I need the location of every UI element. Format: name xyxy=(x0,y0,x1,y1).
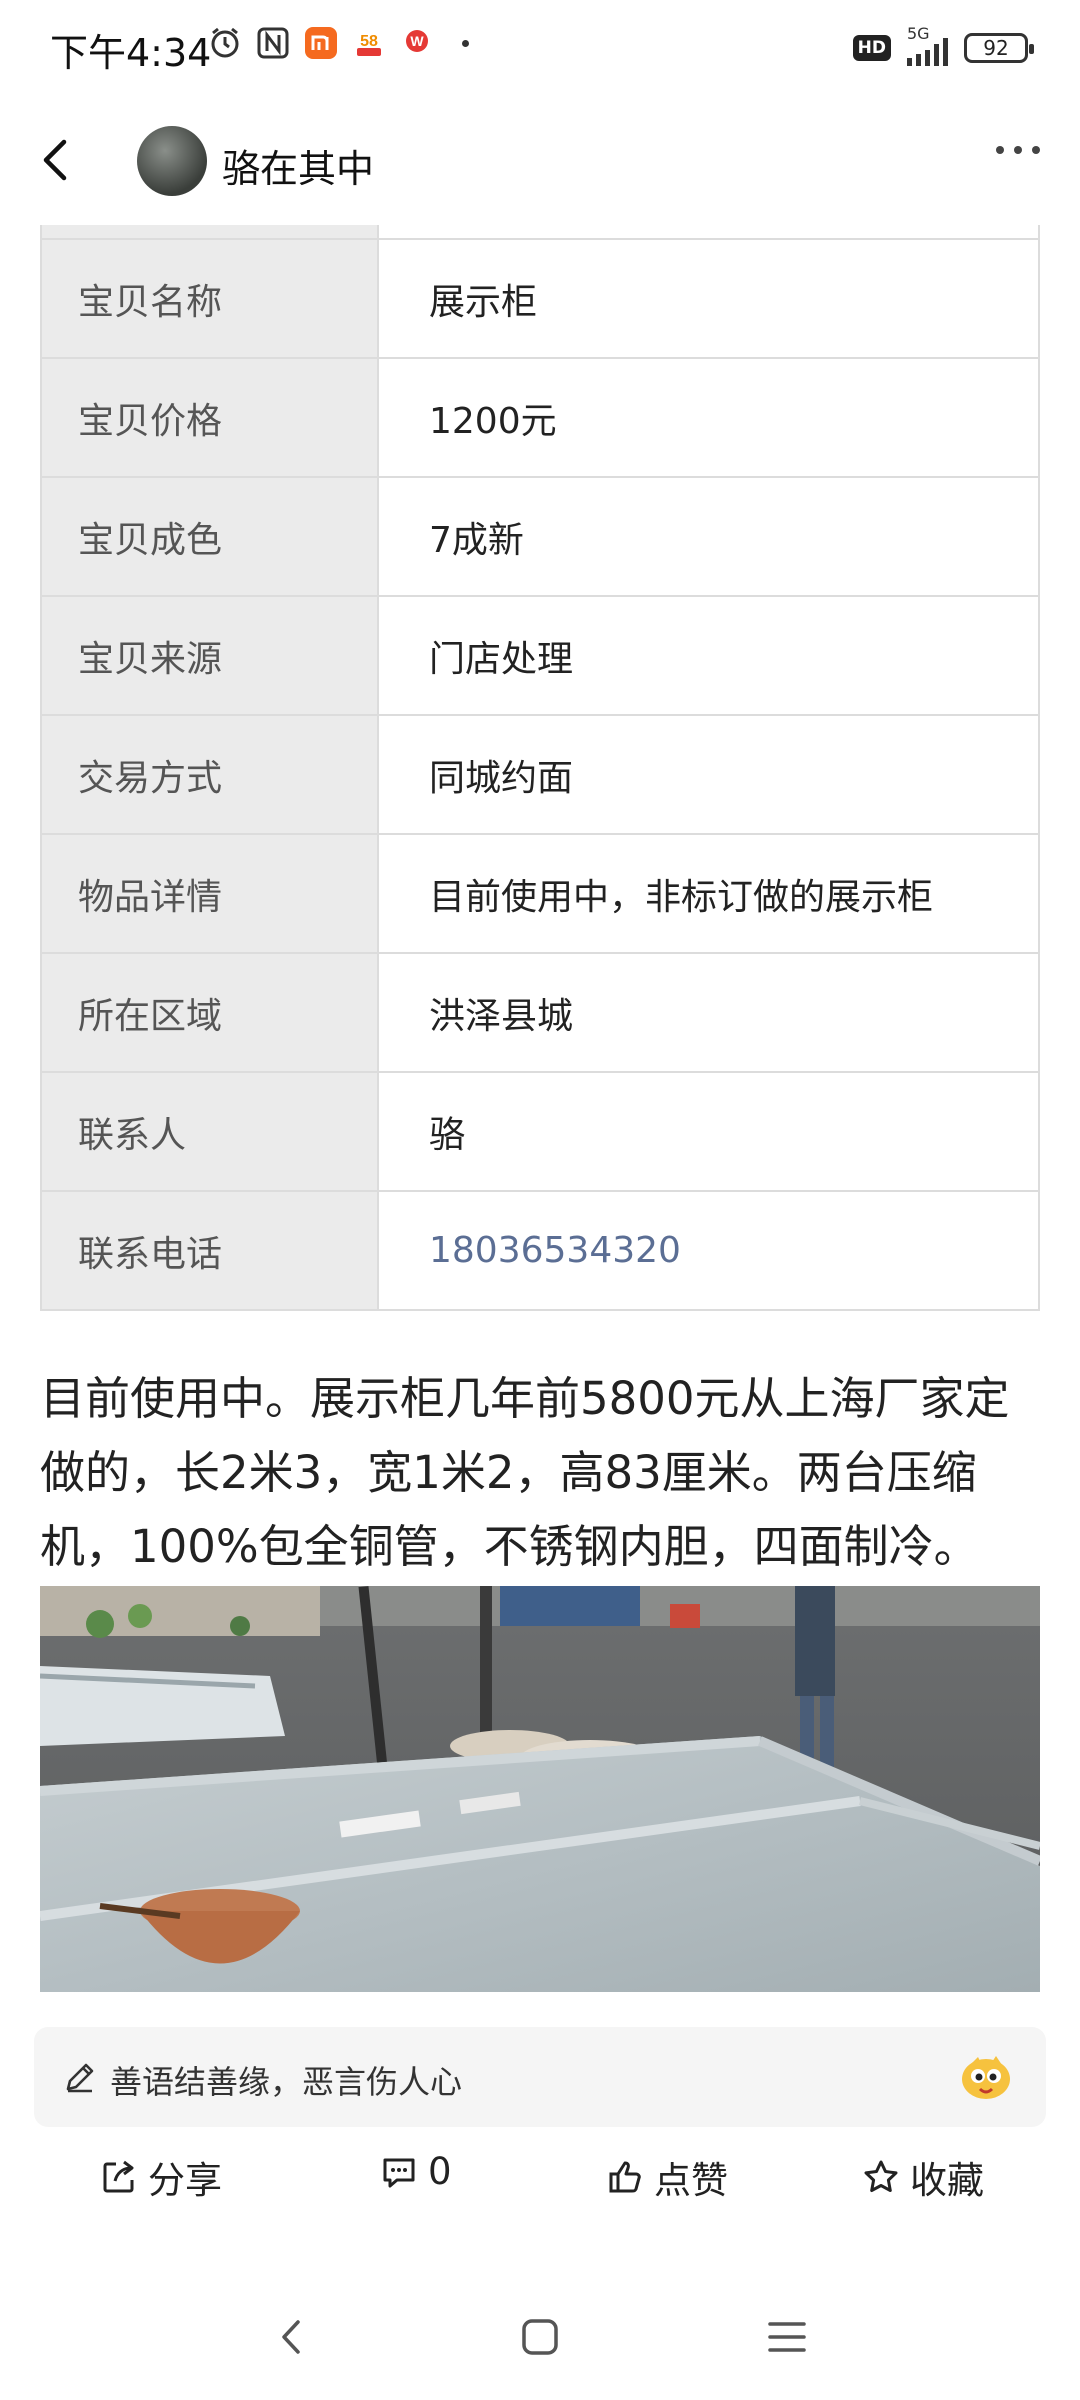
back-arrow-icon xyxy=(43,139,67,181)
share-button[interactable]: 分享 xyxy=(100,2150,222,2204)
row-label: 联系人 xyxy=(40,1071,379,1192)
comment-input-bar[interactable]: 善语结善缘，恶言伤人心 xyxy=(34,2027,1046,2127)
svg-text:W: W xyxy=(410,33,424,49)
table-row: 交易方式 同城约面 xyxy=(40,714,1040,835)
row-label: 宝贝来源 xyxy=(40,595,379,716)
status-bar: 下午4:34 58 W HD 5G 92 xyxy=(0,0,1080,100)
mi-app-icon xyxy=(304,26,338,60)
table-row: 联系电话 18036534320 xyxy=(40,1190,1040,1311)
status-notification-icons: 58 W xyxy=(208,26,469,60)
more-dot-icon xyxy=(1014,146,1022,154)
row-label: 宝贝名称 xyxy=(40,238,379,359)
table-row: 宝贝成色 7成新 xyxy=(40,476,1040,597)
action-bar: 分享 0 点赞 收藏 xyxy=(0,2150,1080,2220)
row-value: 骆 xyxy=(377,1071,1040,1192)
phone-link[interactable]: 18036534320 xyxy=(429,1230,681,1271)
nav-back-icon[interactable] xyxy=(268,2312,318,2362)
like-button[interactable]: 点赞 xyxy=(606,2150,728,2204)
row-label: 宝贝价格 xyxy=(40,357,379,478)
post-body-text: 目前使用中。展示柜几年前5800元从上海厂家定做的，长2米3，宽1米2，高83厘… xyxy=(40,1372,1010,1573)
row-value: 1200元 xyxy=(377,357,1040,478)
row-value: 7成新 xyxy=(377,476,1040,597)
signal-icon: 5G xyxy=(907,24,948,66)
network-type: 5G xyxy=(907,24,930,43)
like-label: 点赞 xyxy=(654,2159,728,2202)
more-notifications-dot xyxy=(462,39,469,47)
table-row-cut xyxy=(40,225,1040,240)
table-row: 宝贝价格 1200元 xyxy=(40,357,1040,478)
comment-count: 0 xyxy=(428,2150,452,2193)
row-value: 洪泽县城 xyxy=(377,952,1040,1073)
battery-icon: 92 xyxy=(964,33,1034,63)
row-value: 门店处理 xyxy=(377,595,1040,716)
more-options-button[interactable] xyxy=(996,146,1040,154)
table-row: 宝贝名称 展示柜 xyxy=(40,238,1040,359)
emoji-icon[interactable] xyxy=(958,2049,1014,2105)
table-row: 物品详情 目前使用中，非标订做的展示柜 xyxy=(40,833,1040,954)
favorite-label: 收藏 xyxy=(910,2159,984,2202)
comment-button[interactable]: 0 xyxy=(380,2150,452,2193)
table-row: 所在区域 洪泽县城 xyxy=(40,952,1040,1073)
table-row: 联系人 骆 xyxy=(40,1071,1040,1192)
system-nav-bar xyxy=(0,2300,1080,2380)
page-title[interactable]: 骆在其中 xyxy=(222,138,374,193)
back-button[interactable] xyxy=(30,132,86,188)
row-value: 目前使用中，非标订做的展示柜 xyxy=(377,833,1040,954)
app-58-icon: 58 xyxy=(352,26,386,60)
battery-level: 92 xyxy=(983,36,1009,60)
hd-badge: HD xyxy=(852,35,891,61)
display-freezer-photo xyxy=(40,1586,1040,1992)
row-value: 同城约面 xyxy=(377,714,1040,835)
more-dot-icon xyxy=(1032,146,1040,154)
pen-icon xyxy=(66,2063,94,2093)
table-row: 宝贝来源 门店处理 xyxy=(40,595,1040,716)
status-system-icons: HD 5G 92 xyxy=(852,24,1034,66)
post-photo[interactable] xyxy=(40,1586,1040,1992)
row-label: 所在区域 xyxy=(40,952,379,1073)
star-icon xyxy=(864,2160,898,2192)
thumbs-up-icon xyxy=(609,2161,641,2193)
alarm-icon xyxy=(208,26,242,60)
share-label: 分享 xyxy=(148,2159,222,2202)
nfc-icon xyxy=(256,26,290,60)
app-w-icon: W xyxy=(400,26,434,60)
status-time: 下午4:34 xyxy=(50,31,212,75)
nav-home-icon[interactable] xyxy=(515,2312,565,2362)
nav-menu-icon[interactable] xyxy=(762,2312,812,2362)
comment-icon xyxy=(383,2158,415,2187)
share-icon xyxy=(103,2160,134,2193)
row-value: 展示柜 xyxy=(377,238,1040,359)
avatar[interactable] xyxy=(137,126,207,196)
comment-placeholder: 善语结善缘，恶言伤人心 xyxy=(110,2063,463,2101)
item-info-table: 宝贝名称 展示柜 宝贝价格 1200元 宝贝成色 7成新 宝贝来源 门店处理 交… xyxy=(40,225,1040,1311)
row-label: 物品详情 xyxy=(40,833,379,954)
row-label: 联系电话 xyxy=(40,1190,379,1311)
row-label: 宝贝成色 xyxy=(40,476,379,597)
row-label: 交易方式 xyxy=(40,714,379,835)
row-value: 18036534320 xyxy=(377,1190,1040,1311)
favorite-button[interactable]: 收藏 xyxy=(862,2150,984,2204)
more-dot-icon xyxy=(996,146,1004,154)
top-bar: 骆在其中 xyxy=(0,110,1080,210)
svg-text:58: 58 xyxy=(360,33,378,50)
